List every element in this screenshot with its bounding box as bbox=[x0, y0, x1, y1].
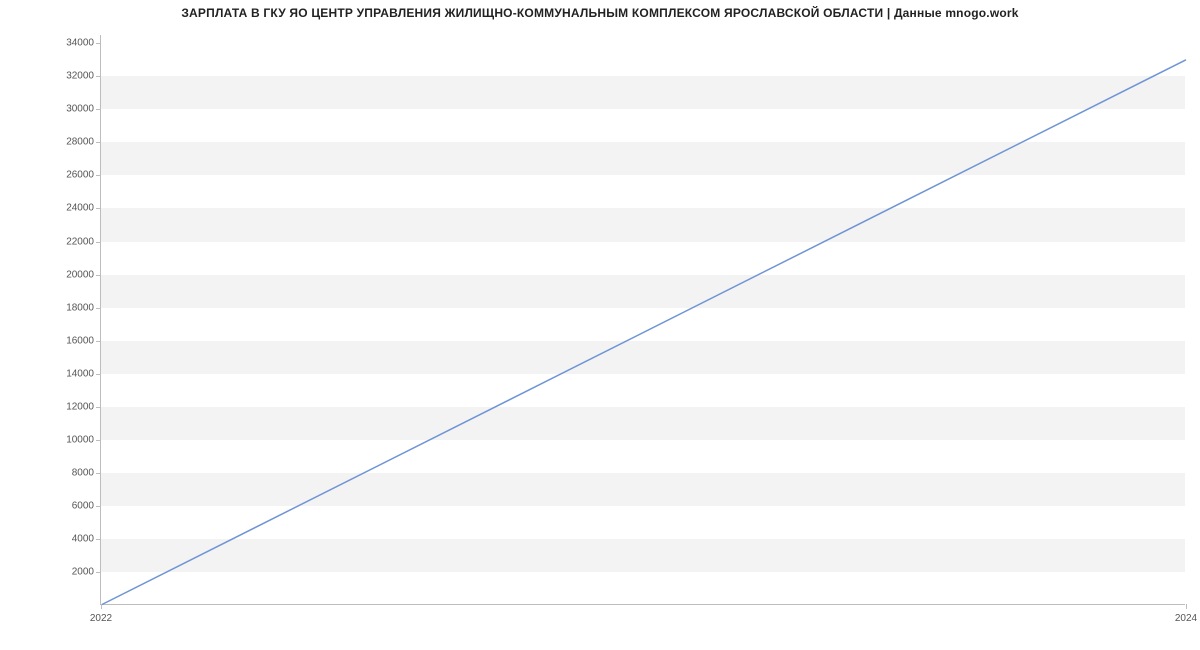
y-tick-mark bbox=[96, 341, 101, 342]
y-tick-label: 12000 bbox=[46, 401, 94, 412]
y-tick-label: 14000 bbox=[46, 368, 94, 379]
y-tick-label: 20000 bbox=[46, 269, 94, 280]
y-tick-label: 24000 bbox=[46, 203, 94, 214]
x-tick-mark bbox=[1186, 604, 1187, 609]
line-chart: ЗАРПЛАТА В ГКУ ЯО ЦЕНТР УПРАВЛЕНИЯ ЖИЛИЩ… bbox=[0, 0, 1200, 650]
y-tick-label: 2000 bbox=[46, 566, 94, 577]
y-tick-label: 26000 bbox=[46, 170, 94, 181]
chart-line bbox=[101, 35, 1185, 604]
y-tick-mark bbox=[96, 440, 101, 441]
y-tick-mark bbox=[96, 142, 101, 143]
x-tick-label: 2022 bbox=[90, 613, 112, 624]
y-tick-mark bbox=[96, 506, 101, 507]
y-tick-mark bbox=[96, 242, 101, 243]
y-tick-label: 28000 bbox=[46, 137, 94, 148]
chart-title: ЗАРПЛАТА В ГКУ ЯО ЦЕНТР УПРАВЛЕНИЯ ЖИЛИЩ… bbox=[0, 6, 1200, 20]
y-tick-label: 4000 bbox=[46, 533, 94, 544]
y-tick-mark bbox=[96, 175, 101, 176]
y-tick-mark bbox=[96, 539, 101, 540]
x-tick-label: 2024 bbox=[1175, 613, 1197, 624]
y-tick-mark bbox=[96, 473, 101, 474]
y-tick-mark bbox=[96, 407, 101, 408]
y-tick-mark bbox=[96, 43, 101, 44]
y-tick-mark bbox=[96, 308, 101, 309]
y-tick-mark bbox=[96, 572, 101, 573]
x-tick-mark bbox=[101, 604, 102, 609]
y-tick-label: 10000 bbox=[46, 434, 94, 445]
y-tick-label: 6000 bbox=[46, 500, 94, 511]
y-tick-mark bbox=[96, 208, 101, 209]
y-tick-mark bbox=[96, 109, 101, 110]
y-tick-label: 8000 bbox=[46, 467, 94, 478]
y-tick-mark bbox=[96, 374, 101, 375]
y-tick-label: 18000 bbox=[46, 302, 94, 313]
y-tick-label: 32000 bbox=[46, 71, 94, 82]
y-tick-mark bbox=[96, 275, 101, 276]
y-tick-label: 16000 bbox=[46, 335, 94, 346]
plot-area: 2000400060008000100001200014000160001800… bbox=[100, 35, 1185, 605]
y-tick-label: 22000 bbox=[46, 236, 94, 247]
y-tick-label: 34000 bbox=[46, 38, 94, 49]
y-tick-label: 30000 bbox=[46, 104, 94, 115]
y-tick-mark bbox=[96, 76, 101, 77]
